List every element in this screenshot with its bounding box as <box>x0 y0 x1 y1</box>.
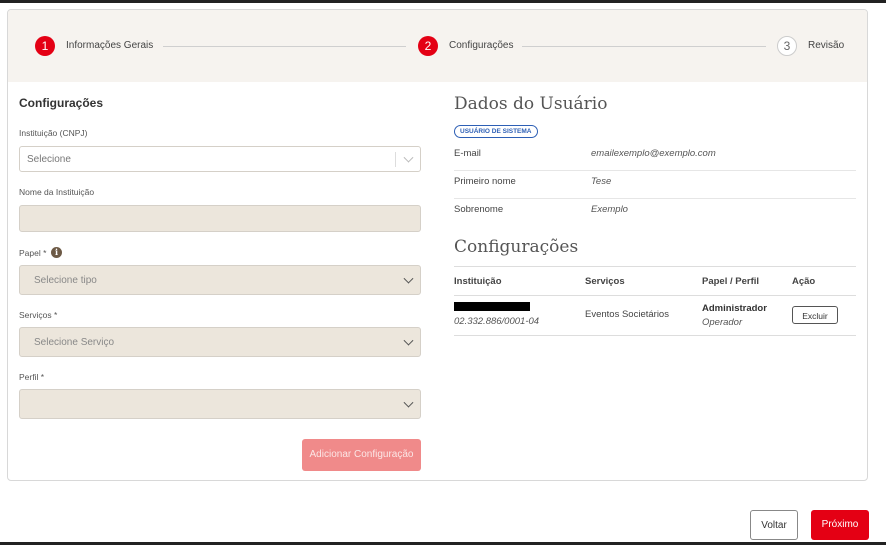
step-2-indicator[interactable]: 2 <box>418 36 438 56</box>
table-header-acao: Ação <box>792 276 816 287</box>
step-1-indicator[interactable]: 1 <box>35 36 55 56</box>
user-field-row: Primeiro nome Tese <box>454 170 856 199</box>
table-row-cnpj: 02.332.886/0001-04 <box>454 316 540 327</box>
step-3-indicator[interactable]: 3 <box>777 36 797 56</box>
chevron-down-icon <box>403 335 414 346</box>
papel-label: Papel * <box>19 248 47 258</box>
table-header-instituicao: Instituição <box>454 276 502 287</box>
user-field-row: Sobrenome Exemplo <box>454 198 856 226</box>
step-3-label[interactable]: Revisão <box>808 40 844 51</box>
wizard-card: 1 Informações Gerais 2 Configurações 3 R… <box>7 9 868 481</box>
table-divider <box>454 266 856 267</box>
system-user-badge: USUÁRIO DE SISTEMA <box>454 125 538 138</box>
step-connector-2 <box>522 46 766 47</box>
servicos-label: Serviços * <box>19 310 58 320</box>
table-row-servico: Eventos Societários <box>585 309 669 320</box>
table-divider <box>454 295 856 296</box>
info-icon[interactable]: i <box>51 247 62 258</box>
table-header-papel-perfil: Papel / Perfil <box>702 276 760 287</box>
instituicao-label: Instituição (CNPJ) <box>19 128 88 138</box>
table-row-papel: Administrador <box>702 303 767 314</box>
chevron-down-icon <box>403 273 414 284</box>
table-divider <box>454 335 856 336</box>
user-field-key: E-mail <box>454 148 481 159</box>
back-button[interactable]: Voltar <box>750 510 798 540</box>
instituicao-placeholder: Selecione <box>27 154 71 165</box>
table-header-servicos: Serviços <box>585 276 625 287</box>
perfil-select[interactable] <box>19 389 421 419</box>
next-button[interactable]: Próximo <box>811 510 869 540</box>
form-section-title: Configurações <box>19 96 104 110</box>
stepper: 1 Informações Gerais 2 Configurações 3 R… <box>8 10 867 82</box>
papel-placeholder: Selecione tipo <box>34 275 97 286</box>
redacted-institution-name <box>454 302 530 311</box>
nome-instituicao-input[interactable] <box>19 205 421 232</box>
chevron-down-icon <box>403 152 414 163</box>
chevron-down-icon <box>403 397 414 408</box>
user-field-value: Tese <box>591 176 612 187</box>
user-field-key: Sobrenome <box>454 204 504 215</box>
select-separator <box>395 152 396 167</box>
delete-configuration-button[interactable]: Excluir <box>792 306 838 324</box>
servicos-placeholder: Selecione Serviço <box>34 337 115 348</box>
step-2-label[interactable]: Configurações <box>449 40 513 51</box>
config-table-title: Configurações <box>454 237 579 257</box>
papel-select[interactable]: Selecione tipo <box>19 265 421 295</box>
user-field-value: Exemplo <box>591 204 628 215</box>
user-data-title: Dados do Usuário <box>454 94 608 114</box>
user-field-value: emailexemplo@exemplo.com <box>591 148 716 159</box>
servicos-select[interactable]: Selecione Serviço <box>19 327 421 357</box>
nome-instituicao-label: Nome da Instituição <box>19 187 95 197</box>
step-connector-1 <box>163 46 406 47</box>
add-configuration-button[interactable]: Adicionar Configuração <box>302 439 421 471</box>
perfil-label: Perfil * <box>19 372 45 382</box>
instituicao-select[interactable]: Selecione <box>19 146 421 172</box>
user-field-row: E-mail emailexemplo@exemplo.com <box>454 142 856 171</box>
user-field-key: Primeiro nome <box>454 176 516 187</box>
table-row-perfil: Operador <box>702 317 743 328</box>
top-border <box>0 0 886 3</box>
step-1-label[interactable]: Informações Gerais <box>66 40 153 51</box>
